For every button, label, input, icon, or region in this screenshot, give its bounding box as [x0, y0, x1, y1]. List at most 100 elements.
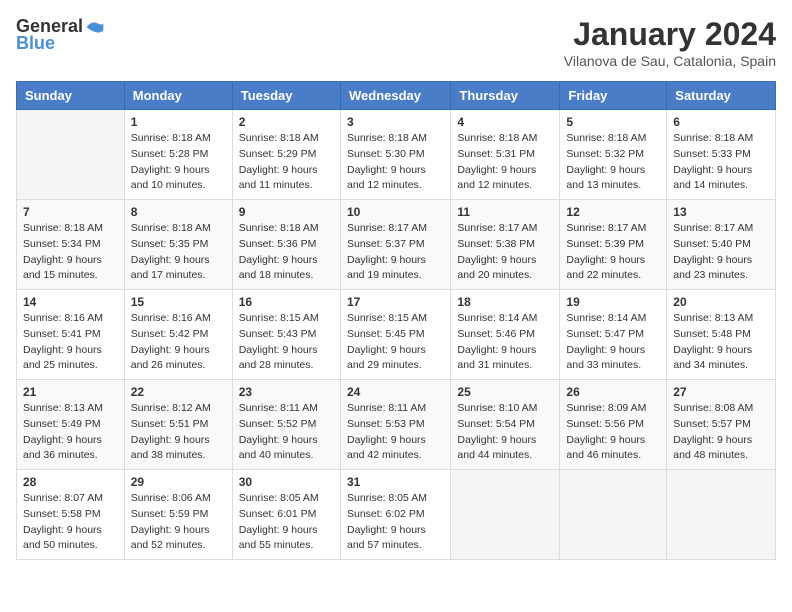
- calendar-day-cell: [17, 110, 125, 200]
- day-number: 3: [347, 115, 444, 129]
- calendar-day-cell: 31 Sunrise: 8:05 AMSunset: 6:02 PMDayligh…: [340, 470, 450, 560]
- day-number: 19: [566, 295, 660, 309]
- calendar-day-cell: 19 Sunrise: 8:14 AMSunset: 5:47 PMDayligh…: [560, 290, 667, 380]
- day-number: 14: [23, 295, 118, 309]
- day-info: Sunrise: 8:05 AMSunset: 6:01 PMDaylight:…: [239, 491, 334, 554]
- day-info: Sunrise: 8:17 AMSunset: 5:39 PMDaylight:…: [566, 221, 660, 284]
- calendar-day-cell: 3 Sunrise: 8:18 AMSunset: 5:30 PMDaylight…: [340, 110, 450, 200]
- day-info: Sunrise: 8:16 AMSunset: 5:41 PMDaylight:…: [23, 311, 118, 374]
- day-info: Sunrise: 8:18 AMSunset: 5:31 PMDaylight:…: [457, 131, 553, 194]
- day-info: Sunrise: 8:07 AMSunset: 5:58 PMDaylight:…: [23, 491, 118, 554]
- day-info: Sunrise: 8:18 AMSunset: 5:35 PMDaylight:…: [131, 221, 226, 284]
- day-info: Sunrise: 8:18 AMSunset: 5:33 PMDaylight:…: [673, 131, 769, 194]
- day-number: 10: [347, 205, 444, 219]
- header: General Blue January 2024 Vilanova de Sa…: [16, 16, 776, 69]
- calendar-day-cell: 16 Sunrise: 8:15 AMSunset: 5:43 PMDayligh…: [232, 290, 340, 380]
- day-number: 22: [131, 385, 226, 399]
- calendar-day-cell: 8 Sunrise: 8:18 AMSunset: 5:35 PMDaylight…: [124, 200, 232, 290]
- calendar-week-row: 28 Sunrise: 8:07 AMSunset: 5:58 PMDayligh…: [17, 470, 776, 560]
- day-number: 21: [23, 385, 118, 399]
- day-number: 20: [673, 295, 769, 309]
- day-info: Sunrise: 8:18 AMSunset: 5:32 PMDaylight:…: [566, 131, 660, 194]
- day-number: 5: [566, 115, 660, 129]
- calendar-day-cell: 14 Sunrise: 8:16 AMSunset: 5:41 PMDayligh…: [17, 290, 125, 380]
- day-info: Sunrise: 8:11 AMSunset: 5:53 PMDaylight:…: [347, 401, 444, 464]
- calendar-day-cell: 25Sunrise: 8:10 AMSunset: 5:54 PMDayligh…: [451, 380, 560, 470]
- day-info: Sunrise: 8:15 AMSunset: 5:45 PMDaylight:…: [347, 311, 444, 374]
- calendar-day-cell: 18 Sunrise: 8:14 AMSunset: 5:46 PMDayligh…: [451, 290, 560, 380]
- day-info: Sunrise: 8:18 AMSunset: 5:28 PMDaylight:…: [131, 131, 226, 194]
- day-info: Sunrise: 8:06 AMSunset: 5:59 PMDaylight:…: [131, 491, 226, 554]
- day-info: Sunrise: 8:13 AMSunset: 5:49 PMDaylight:…: [23, 401, 118, 464]
- calendar-day-cell: 20 Sunrise: 8:13 AMSunset: 5:48 PMDayligh…: [667, 290, 776, 380]
- day-number: 30: [239, 475, 334, 489]
- day-number: 9: [239, 205, 334, 219]
- calendar-week-row: 1 Sunrise: 8:18 AMSunset: 5:28 PMDaylight…: [17, 110, 776, 200]
- day-info: Sunrise: 8:18 AMSunset: 5:30 PMDaylight:…: [347, 131, 444, 194]
- day-number: 7: [23, 205, 118, 219]
- location-title: Vilanova de Sau, Catalonia, Spain: [564, 53, 776, 69]
- day-info: Sunrise: 8:12 AMSunset: 5:51 PMDaylight:…: [131, 401, 226, 464]
- day-number: 25: [457, 385, 553, 399]
- day-info: Sunrise: 8:13 AMSunset: 5:48 PMDaylight:…: [673, 311, 769, 374]
- day-number: 1: [131, 115, 226, 129]
- weekday-header-monday: Monday: [124, 82, 232, 110]
- day-info: Sunrise: 8:15 AMSunset: 5:43 PMDaylight:…: [239, 311, 334, 374]
- weekday-header-saturday: Saturday: [667, 82, 776, 110]
- calendar-day-cell: 1 Sunrise: 8:18 AMSunset: 5:28 PMDaylight…: [124, 110, 232, 200]
- day-info: Sunrise: 8:14 AMSunset: 5:47 PMDaylight:…: [566, 311, 660, 374]
- day-number: 2: [239, 115, 334, 129]
- calendar-day-cell: 15 Sunrise: 8:16 AMSunset: 5:42 PMDayligh…: [124, 290, 232, 380]
- day-number: 15: [131, 295, 226, 309]
- calendar-day-cell: 30 Sunrise: 8:05 AMSunset: 6:01 PMDayligh…: [232, 470, 340, 560]
- day-number: 6: [673, 115, 769, 129]
- day-number: 16: [239, 295, 334, 309]
- day-info: Sunrise: 8:18 AMSunset: 5:29 PMDaylight:…: [239, 131, 334, 194]
- day-number: 24: [347, 385, 444, 399]
- calendar-day-cell: [667, 470, 776, 560]
- logo: General Blue: [16, 16, 105, 54]
- calendar-day-cell: 21 Sunrise: 8:13 AMSunset: 5:49 PMDayligh…: [17, 380, 125, 470]
- logo-blue-text: Blue: [16, 33, 55, 54]
- calendar-day-cell: 27 Sunrise: 8:08 AMSunset: 5:57 PMDayligh…: [667, 380, 776, 470]
- day-number: 31: [347, 475, 444, 489]
- weekday-header-row: SundayMondayTuesdayWednesdayThursdayFrid…: [17, 82, 776, 110]
- day-info: Sunrise: 8:08 AMSunset: 5:57 PMDaylight:…: [673, 401, 769, 464]
- title-area: January 2024 Vilanova de Sau, Catalonia,…: [564, 16, 776, 69]
- calendar-day-cell: 5 Sunrise: 8:18 AMSunset: 5:32 PMDaylight…: [560, 110, 667, 200]
- day-number: 13: [673, 205, 769, 219]
- calendar-day-cell: 10 Sunrise: 8:17 AMSunset: 5:37 PMDayligh…: [340, 200, 450, 290]
- calendar-day-cell: 22 Sunrise: 8:12 AMSunset: 5:51 PMDayligh…: [124, 380, 232, 470]
- day-info: Sunrise: 8:05 AMSunset: 6:02 PMDaylight:…: [347, 491, 444, 554]
- weekday-header-thursday: Thursday: [451, 82, 560, 110]
- calendar-day-cell: 9 Sunrise: 8:18 AMSunset: 5:36 PMDaylight…: [232, 200, 340, 290]
- calendar-day-cell: 23Sunrise: 8:11 AMSunset: 5:52 PMDayligh…: [232, 380, 340, 470]
- calendar-day-cell: 6 Sunrise: 8:18 AMSunset: 5:33 PMDaylight…: [667, 110, 776, 200]
- day-number: 28: [23, 475, 118, 489]
- weekday-header-sunday: Sunday: [17, 82, 125, 110]
- calendar-day-cell: 29 Sunrise: 8:06 AMSunset: 5:59 PMDayligh…: [124, 470, 232, 560]
- calendar-week-row: 21 Sunrise: 8:13 AMSunset: 5:49 PMDayligh…: [17, 380, 776, 470]
- calendar-day-cell: 17Sunrise: 8:15 AMSunset: 5:45 PMDayligh…: [340, 290, 450, 380]
- weekday-header-friday: Friday: [560, 82, 667, 110]
- day-number: 8: [131, 205, 226, 219]
- day-info: Sunrise: 8:11 AMSunset: 5:52 PMDaylight:…: [239, 401, 334, 464]
- day-info: Sunrise: 8:17 AMSunset: 5:38 PMDaylight:…: [457, 221, 553, 284]
- calendar-day-cell: 11 Sunrise: 8:17 AMSunset: 5:38 PMDayligh…: [451, 200, 560, 290]
- day-number: 29: [131, 475, 226, 489]
- day-number: 12: [566, 205, 660, 219]
- day-info: Sunrise: 8:09 AMSunset: 5:56 PMDaylight:…: [566, 401, 660, 464]
- calendar-week-row: 7Sunrise: 8:18 AMSunset: 5:34 PMDaylight…: [17, 200, 776, 290]
- day-number: 27: [673, 385, 769, 399]
- day-number: 18: [457, 295, 553, 309]
- day-info: Sunrise: 8:18 AMSunset: 5:36 PMDaylight:…: [239, 221, 334, 284]
- day-info: Sunrise: 8:16 AMSunset: 5:42 PMDaylight:…: [131, 311, 226, 374]
- day-number: 4: [457, 115, 553, 129]
- calendar-day-cell: 2 Sunrise: 8:18 AMSunset: 5:29 PMDaylight…: [232, 110, 340, 200]
- calendar-week-row: 14 Sunrise: 8:16 AMSunset: 5:41 PMDayligh…: [17, 290, 776, 380]
- day-info: Sunrise: 8:14 AMSunset: 5:46 PMDaylight:…: [457, 311, 553, 374]
- calendar-day-cell: 7Sunrise: 8:18 AMSunset: 5:34 PMDaylight…: [17, 200, 125, 290]
- logo-icon: [85, 17, 105, 37]
- day-info: Sunrise: 8:17 AMSunset: 5:37 PMDaylight:…: [347, 221, 444, 284]
- day-number: 11: [457, 205, 553, 219]
